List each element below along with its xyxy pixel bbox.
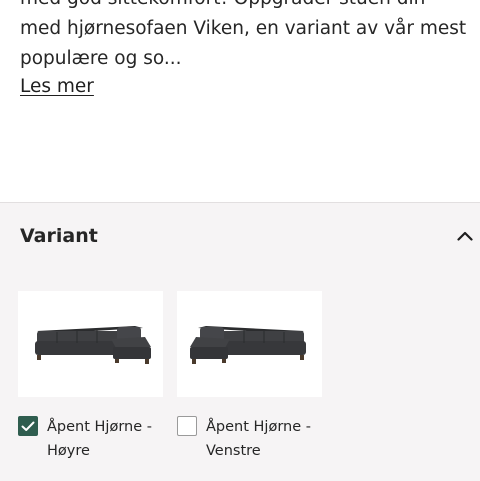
variant-checkbox-right[interactable] [18,416,38,436]
variant-panel-header[interactable]: Variant [20,221,480,251]
variant-image-right[interactable] [18,291,163,397]
variant-option-left[interactable]: Åpent Hjørne - Venstre [177,415,316,463]
product-description: med god sittekomfort! Oppgrader stuen di… [20,0,470,74]
variant-option-label: Åpent Hjørne - Venstre [206,419,311,459]
variant-option-right[interactable]: Åpent Hjørne - Høyre [18,415,157,463]
variant-image-left[interactable] [177,291,322,397]
check-icon [21,421,35,431]
variant-panel: Variant Åpent Hjørne - Høyre Åpent Hjørn… [0,202,480,481]
chevron-up-icon[interactable] [456,227,474,245]
variant-checkbox-left[interactable] [177,416,197,436]
variant-panel-title: Variant [20,225,98,247]
read-more-link[interactable]: Les mer [20,76,94,97]
corner-sofa-image [34,326,151,364]
variant-option-label: Åpent Hjørne - Høyre [47,419,152,459]
description-line: populære og so... [20,48,182,69]
corner-sofa-image [189,326,306,364]
description-line: med hjørnesofaen Viken, en variant av vå… [20,18,467,39]
description-line: med god sittekomfort! Oppgrader stuen di… [20,0,470,14]
